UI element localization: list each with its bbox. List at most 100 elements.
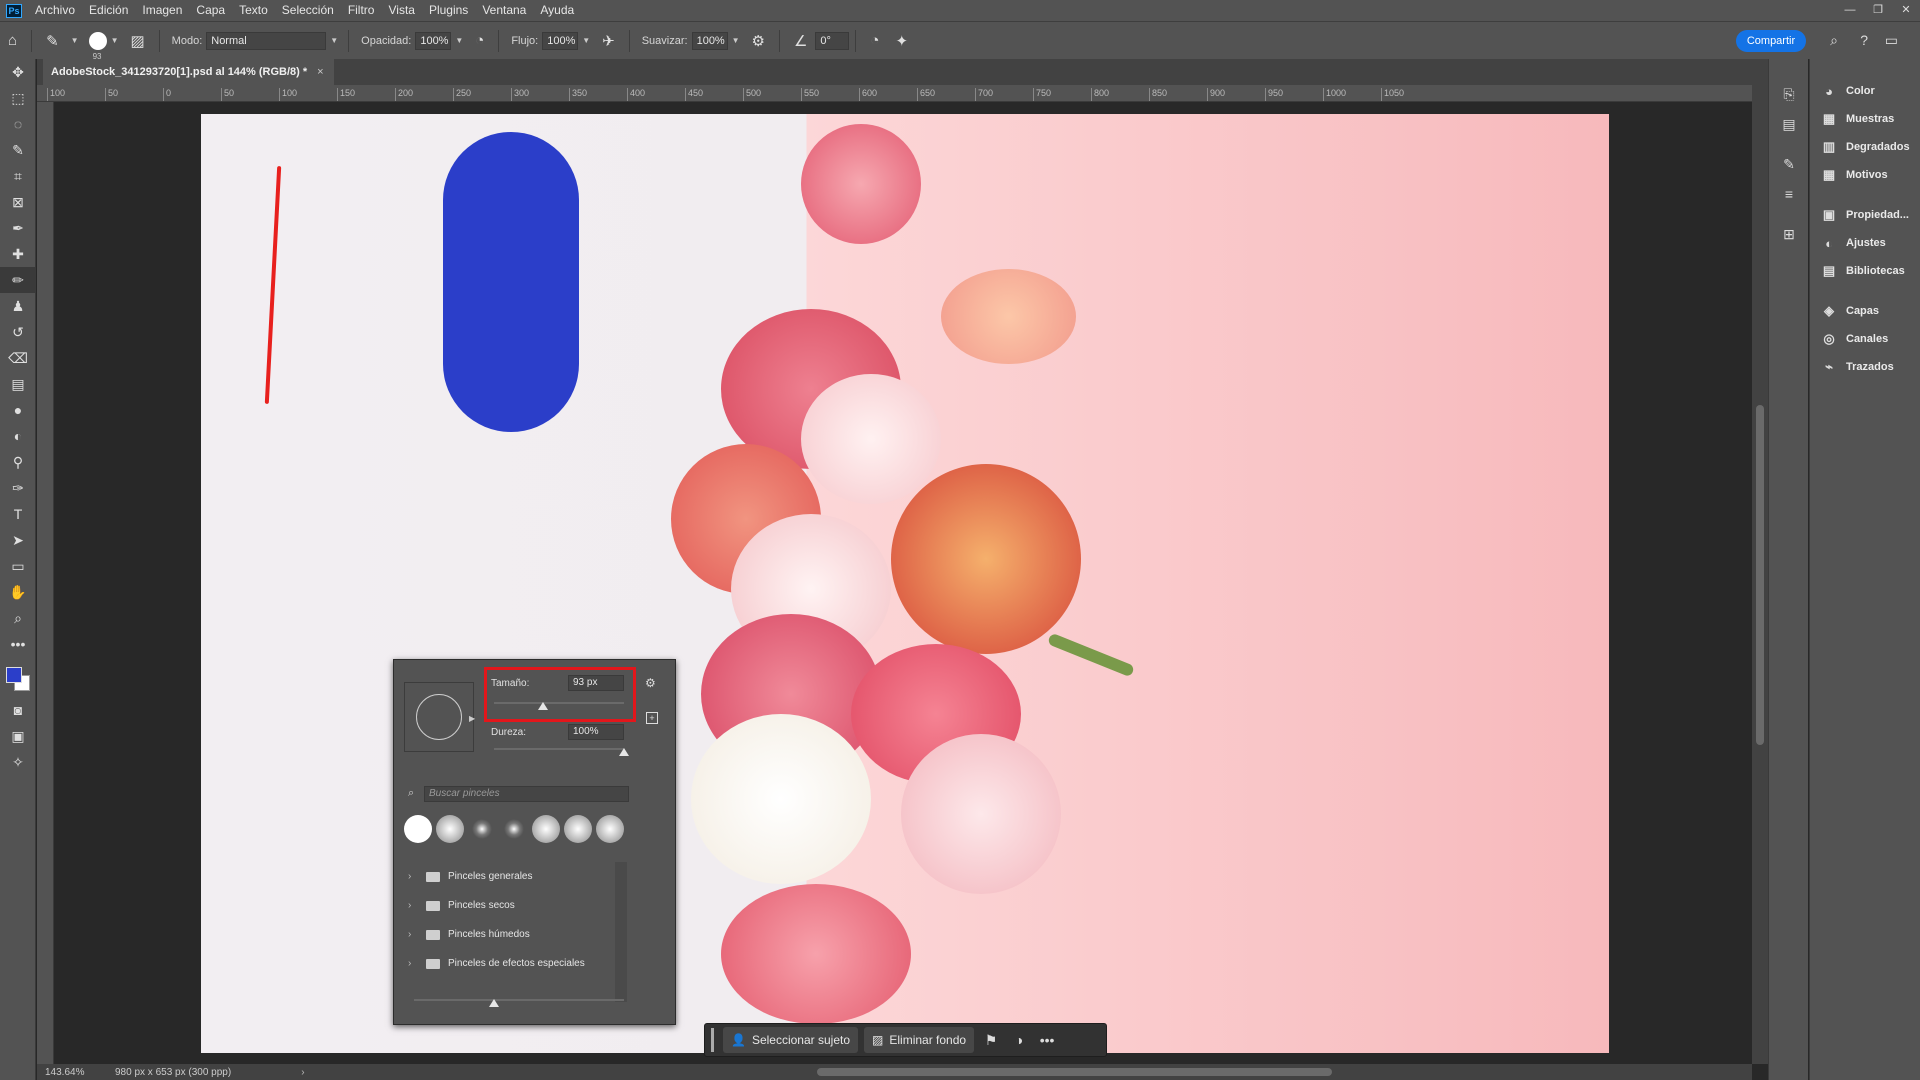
panel-libraries[interactable]: ▤ Bibliotecas [1810,257,1920,285]
brush-folder-item[interactable]: › Pinceles secos [404,891,624,920]
screen-mode-icon[interactable]: ▣ [0,723,36,749]
marquee-tool-icon[interactable]: ⬚ [0,85,36,111]
search-icon[interactable]: ⌕ [1830,32,1838,49]
brush-preset-thumb[interactable] [436,815,464,843]
opacity-field[interactable]: 100% [415,31,452,50]
menu-seleccion[interactable]: Selección [275,0,341,21]
menu-capa[interactable]: Capa [189,0,232,21]
zoom-loupe-tool-icon[interactable]: ⚲ [0,449,36,475]
angle-field[interactable]: 0° [815,31,850,50]
document-tab[interactable]: AdobeStock_341293720[1].psd al 144% (RGB… [43,59,334,85]
panel-paths[interactable]: ⌁ Trazados [1810,353,1920,381]
chevron-right-icon[interactable]: ▶ [469,714,475,723]
chevron-down-icon[interactable]: ▼ [455,36,463,45]
chevron-down-icon[interactable]: ▼ [582,36,590,45]
preview-size-slider[interactable] [414,999,624,1001]
chevron-down-icon[interactable]: ▼ [71,36,79,45]
gear-icon[interactable]: ⚙ [645,676,656,690]
size-field[interactable]: 93 px [568,675,624,691]
more-options-icon[interactable]: ••• [1033,1032,1061,1048]
brush-search-input[interactable]: Buscar pinceles [424,786,629,802]
brush-settings-icon[interactable]: ✎ [1769,149,1809,179]
airbrush-icon[interactable]: ✈ [602,32,615,50]
brush-settings-icon[interactable]: ▨ [130,32,144,50]
brush-folder-item[interactable]: › Pinceles generales [404,862,624,891]
new-preset-icon[interactable]: + [646,712,658,724]
panel-gradients[interactable]: ▥ Degradados [1810,133,1920,161]
menu-plugins[interactable]: Plugins [422,0,475,21]
foreground-color-swatch[interactable] [6,667,22,683]
preview-size-slider-thumb[interactable] [489,999,499,1007]
brush-preset-thumb[interactable] [596,815,624,843]
eyedropper-tool-icon[interactable]: ✒ [0,215,36,241]
help-icon[interactable]: ? [1860,32,1868,48]
pressure-size-icon[interactable]: ◔ [870,32,879,49]
size-slider[interactable] [494,702,624,704]
menu-filtro[interactable]: Filtro [341,0,382,21]
flow-field[interactable]: 100% [542,31,579,50]
smoothing-field[interactable]: 100% [691,31,728,50]
chevron-down-icon[interactable]: ▼ [330,36,338,45]
hardness-field[interactable]: 100% [568,724,624,740]
type-tool-icon[interactable]: T [0,501,36,527]
menu-edicion[interactable]: Edición [82,0,135,21]
vertical-scrollbar[interactable] [1756,405,1764,745]
pressure-opacity-icon[interactable]: ◔ [475,32,484,49]
panel-patterns[interactable]: ▦ Motivos [1810,161,1920,189]
pen-tool-icon[interactable]: ✑ [0,475,36,501]
symmetry-icon[interactable]: ✦ [895,32,908,50]
rectangle-tool-icon[interactable]: ▭ [0,553,36,579]
dodge-tool-icon[interactable]: ◐ [0,423,36,449]
hand-tool-icon[interactable]: ✋ [0,579,36,605]
restore-icon[interactable]: ❐ [1864,0,1892,21]
brush-folder-item[interactable]: › Pinceles húmedos [404,920,624,949]
panel-adjustments[interactable]: ◐ Ajustes [1810,229,1920,257]
home-icon[interactable]: ⌂ [8,32,17,49]
select-subject-button[interactable]: 👤 Seleccionar sujeto [723,1027,859,1053]
gradient-tool-icon[interactable]: ▤ [0,371,36,397]
brush-preset-thumb[interactable] [532,815,560,843]
brush-list-scrollbar[interactable] [615,862,627,1002]
frame-tool-icon[interactable]: ⊠ [0,189,36,215]
minimize-icon[interactable]: — [1836,0,1864,21]
zoom-readout[interactable]: 143.64% [45,1067,105,1078]
crop-tool-icon[interactable]: ⌗ [0,163,36,189]
drag-handle[interactable] [711,1028,714,1052]
share-button[interactable]: Compartir [1736,30,1806,52]
close-tab-icon[interactable]: × [317,66,323,78]
panel-swatches[interactable]: ▦ Muestras [1810,105,1920,133]
contrast-icon[interactable]: ◑ [1005,1032,1033,1048]
chevron-down-icon[interactable]: ▼ [732,36,740,45]
panel-layers[interactable]: ◈ Capas [1810,297,1920,325]
chevron-right-icon[interactable]: › [301,1067,304,1078]
adjustments-icon[interactable]: ≡ [1769,179,1809,209]
gear-icon[interactable]: ⚙ [752,32,765,50]
panel-channels[interactable]: ◎ Canales [1810,325,1920,353]
pin-icon[interactable]: ⚑ [977,1032,1005,1049]
zoom-tool-icon[interactable]: ⌕ [0,605,36,631]
panel-properties[interactable]: ▣ Propiedad... [1810,201,1920,229]
workspace[interactable]: ▶ Tamaño: 93 px ⚙ + Dureza: 100% ⌕ Busca… [54,102,1752,1064]
comments-icon[interactable]: ▤ [1769,109,1809,139]
menu-ayuda[interactable]: Ayuda [533,0,581,21]
generative-icon[interactable]: ✧ [0,749,36,775]
menu-texto[interactable]: Texto [232,0,275,21]
panel-color[interactable]: ◕ Color [1810,77,1920,105]
blur-tool-icon[interactable]: ● [0,397,36,423]
eraser-tool-icon[interactable]: ⌫ [0,345,36,371]
vertical-ruler[interactable] [37,102,54,1064]
close-window-icon[interactable]: ✕ [1892,0,1920,21]
menu-vista[interactable]: Vista [381,0,421,21]
horizontal-scrollbar[interactable] [817,1068,1332,1076]
brush-folder-item[interactable]: › Pinceles de efectos especiales [404,949,624,978]
brush-preset-thumb[interactable] [468,815,496,843]
history-icon[interactable]: ⎘ [1769,79,1809,109]
chevron-down-icon[interactable]: ▼ [111,36,119,45]
remove-background-button[interactable]: ▨ Eliminar fondo [864,1027,975,1053]
hardness-slider[interactable] [494,748,624,750]
stamp-tool-icon[interactable]: ♟ [0,293,36,319]
path-select-tool-icon[interactable]: ➤ [0,527,36,553]
vertical-scroll-track[interactable] [1752,85,1768,1064]
brush-preset-thumb[interactable] [404,815,432,843]
menu-imagen[interactable]: Imagen [135,0,189,21]
